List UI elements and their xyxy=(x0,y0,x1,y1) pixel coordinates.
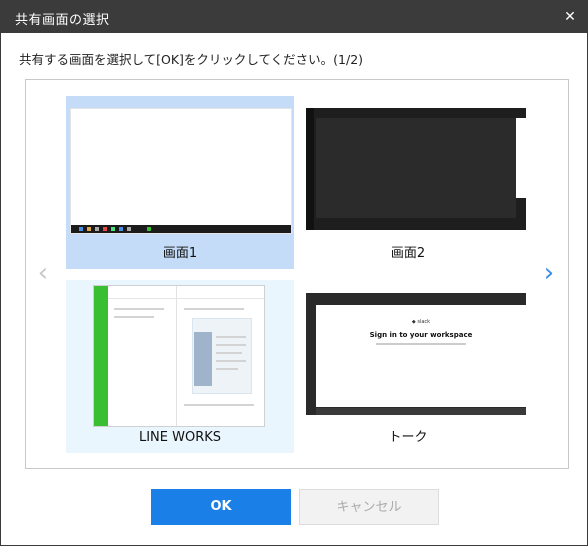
title-bar: 共有画面の選択 ✕ xyxy=(1,1,587,33)
screen-picker-panel: ‹ › 画面1 画面2 LINE WORKS ◆ slack Sign in t… xyxy=(25,79,569,469)
slack-brand: ◆ slack xyxy=(411,319,431,325)
slack-heading: Sign in to your workspace xyxy=(369,331,473,339)
screen-share-dialog: 共有画面の選択 ✕ 共有する画面を選択して[OK]をクリックしてください。(1/… xyxy=(0,0,588,546)
screen-2-thumbnail xyxy=(306,108,526,230)
cancel-button[interactable]: キャンセル xyxy=(299,489,439,525)
screen-tile-1[interactable]: 画面1 xyxy=(66,96,294,269)
dialog-title: 共有画面の選択 xyxy=(15,13,110,28)
talk-thumbnail: ◆ slack Sign in to your workspace xyxy=(306,293,526,415)
window-tile-talk[interactable]: ◆ slack Sign in to your workspace トーク xyxy=(294,280,526,453)
screen-tile-label: 画面1 xyxy=(162,246,198,261)
next-page-chevron-icon[interactable]: › xyxy=(538,258,560,288)
prev-page-chevron-icon[interactable]: ‹ xyxy=(32,258,54,288)
screen-tile-label: トーク xyxy=(388,430,428,445)
ok-button[interactable]: OK xyxy=(151,489,291,525)
screen-tile-label: 画面2 xyxy=(390,246,426,261)
instruction-text: 共有する画面を選択して[OK]をクリックしてください。(1/2) xyxy=(19,52,364,67)
window-tile-line-works[interactable]: LINE WORKS xyxy=(66,280,294,453)
screen-tile-label: LINE WORKS xyxy=(138,430,222,445)
screen-tile-2[interactable]: 画面2 xyxy=(294,96,526,269)
screen-1-thumbnail xyxy=(70,108,292,234)
taskbar xyxy=(71,225,291,233)
close-icon[interactable]: ✕ xyxy=(559,7,581,27)
line-works-thumbnail xyxy=(93,285,265,427)
